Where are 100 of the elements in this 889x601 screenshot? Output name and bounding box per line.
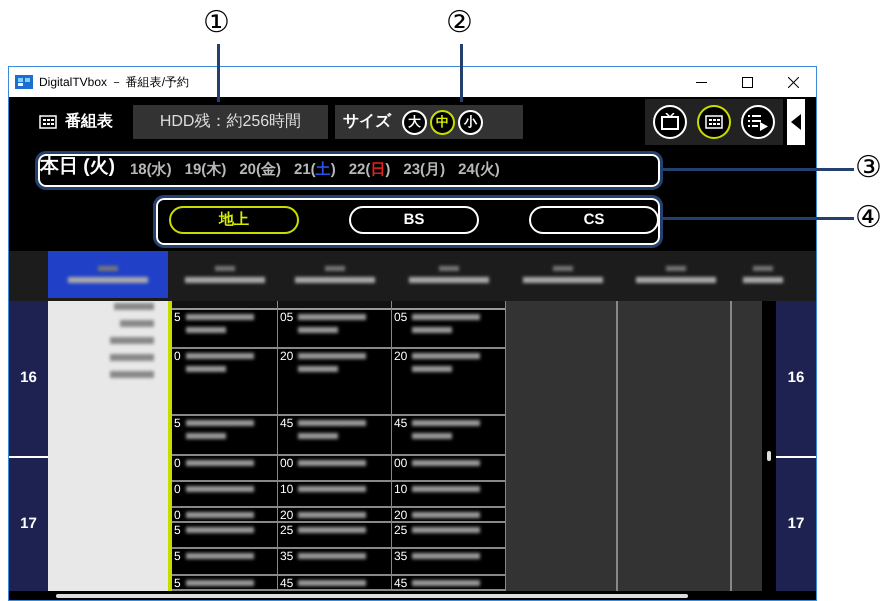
scrollbar-thumb[interactable] xyxy=(56,594,688,598)
program-cell[interactable]: 00 xyxy=(392,456,505,482)
blurred-text xyxy=(298,366,338,372)
program-cell[interactable]: 25 xyxy=(392,523,505,549)
program-cell[interactable]: 35 xyxy=(278,549,391,576)
program-time: 5 xyxy=(174,416,181,429)
program-cell[interactable]: 45 xyxy=(278,576,391,591)
blurred-text xyxy=(412,433,452,439)
blurred-text xyxy=(110,337,154,344)
date-tab[interactable]: 23(月) xyxy=(403,158,446,181)
size-button[interactable]: 大 xyxy=(402,110,427,134)
blurred-text xyxy=(552,266,572,271)
program-time: 45 xyxy=(280,576,294,589)
program-cell[interactable]: 00 xyxy=(278,456,391,482)
program-time: 20 xyxy=(394,508,408,521)
program-cell[interactable]: 0 xyxy=(172,508,277,523)
program-guide-icon xyxy=(39,115,57,129)
program-cell[interactable]: 5 xyxy=(172,310,277,349)
program-cell[interactable]: 35 xyxy=(392,549,505,576)
size-button[interactable]: 小 xyxy=(458,110,483,134)
date-tab[interactable]: 22(日) xyxy=(348,158,390,181)
program-time: 5 xyxy=(174,549,181,562)
blurred-text xyxy=(298,314,366,320)
program-time: 5 xyxy=(174,523,181,536)
blurred-text xyxy=(298,580,366,586)
date-tab[interactable]: 21(土) xyxy=(294,158,336,181)
blurred-text xyxy=(412,460,480,466)
program-cell[interactable]: 0 xyxy=(172,456,277,482)
blurred-text xyxy=(186,314,254,320)
callout-number: ② xyxy=(446,4,473,42)
blurred-text xyxy=(215,266,235,271)
program-cell[interactable]: 10 xyxy=(392,482,505,508)
hour-label: 16 xyxy=(20,368,37,388)
blurred-text xyxy=(412,420,480,426)
program-cell[interactable]: 05 xyxy=(278,310,391,349)
broadcast-tab[interactable]: 地上 xyxy=(169,206,299,234)
blurred-text xyxy=(753,266,773,271)
maximize-icon xyxy=(742,76,752,88)
program-time: 0 xyxy=(174,482,181,495)
program-time: 0 xyxy=(174,456,181,469)
program-time: 05 xyxy=(394,310,408,323)
blurred-text xyxy=(186,433,226,439)
leader-line xyxy=(460,44,463,102)
app-icon xyxy=(15,75,33,89)
close-icon xyxy=(788,76,798,88)
program-cell[interactable]: 20 xyxy=(278,508,391,523)
collapse-tab[interactable] xyxy=(787,99,805,145)
blurred-text xyxy=(98,266,118,271)
callout-number: ① xyxy=(203,4,230,42)
program-guide-button[interactable] xyxy=(697,105,731,139)
program-cell[interactable]: 5 xyxy=(172,523,277,549)
hour-label: 17 xyxy=(788,514,804,534)
program-time: 25 xyxy=(394,523,408,536)
program-cell[interactable]: 5 xyxy=(172,416,277,456)
hour-label: 17 xyxy=(20,514,37,534)
blurred-text xyxy=(186,353,254,359)
blurred-text xyxy=(666,266,686,271)
program-cell[interactable]: 25 xyxy=(278,523,391,549)
channel-header[interactable] xyxy=(48,251,168,298)
date-tab[interactable]: 18(水) xyxy=(130,158,172,181)
date-tab[interactable]: 本日 (火) xyxy=(40,152,115,181)
blurred-text xyxy=(110,354,154,361)
callout-number: ③ xyxy=(855,149,882,187)
program-cell[interactable]: 45 xyxy=(392,576,505,591)
blurred-text xyxy=(298,420,366,426)
program-cell[interactable]: 45 xyxy=(278,416,391,456)
blurred-text xyxy=(412,353,480,359)
broadcast-tab[interactable]: CS xyxy=(529,206,659,234)
program-time: 0 xyxy=(174,508,181,521)
program-cell[interactable]: 20 xyxy=(392,349,505,416)
program-time: 5 xyxy=(174,310,181,323)
blurred-text xyxy=(114,303,154,310)
window-title: DigitalTVbox － 番組表/予約 xyxy=(39,74,190,91)
date-tab[interactable]: 24(火) xyxy=(458,158,500,181)
program-time: 45 xyxy=(280,416,294,429)
blurred-text xyxy=(120,320,154,327)
program-cell[interactable]: 10 xyxy=(278,482,391,508)
program-grid-icon xyxy=(705,115,723,129)
scrollbar-thumb[interactable] xyxy=(767,451,771,461)
blurred-text xyxy=(298,433,338,439)
program-cell[interactable]: 20 xyxy=(278,349,391,416)
program-cell[interactable]: 0 xyxy=(172,482,277,508)
blurred-text xyxy=(412,512,480,518)
program-cell[interactable]: 20 xyxy=(392,508,505,523)
program-cell[interactable]: 5 xyxy=(172,576,277,591)
broadcast-tab[interactable]: BS xyxy=(349,206,479,234)
program-cell[interactable]: 05 xyxy=(392,310,505,349)
program-cell[interactable]: 45 xyxy=(392,416,505,456)
date-tab[interactable]: 20(金) xyxy=(239,158,281,181)
tv-button[interactable] xyxy=(653,105,687,139)
program-time: 20 xyxy=(394,349,408,362)
blurred-text xyxy=(439,266,459,271)
blurred-text xyxy=(298,527,366,533)
size-button[interactable]: 中 xyxy=(430,110,455,134)
date-tab[interactable]: 19(木) xyxy=(184,158,226,181)
playlist-button[interactable] xyxy=(741,105,775,139)
program-cell[interactable]: 0 xyxy=(172,349,277,416)
program-cell[interactable]: 5 xyxy=(172,549,277,576)
size-label: サイズ xyxy=(343,112,391,132)
blurred-text xyxy=(298,460,366,466)
